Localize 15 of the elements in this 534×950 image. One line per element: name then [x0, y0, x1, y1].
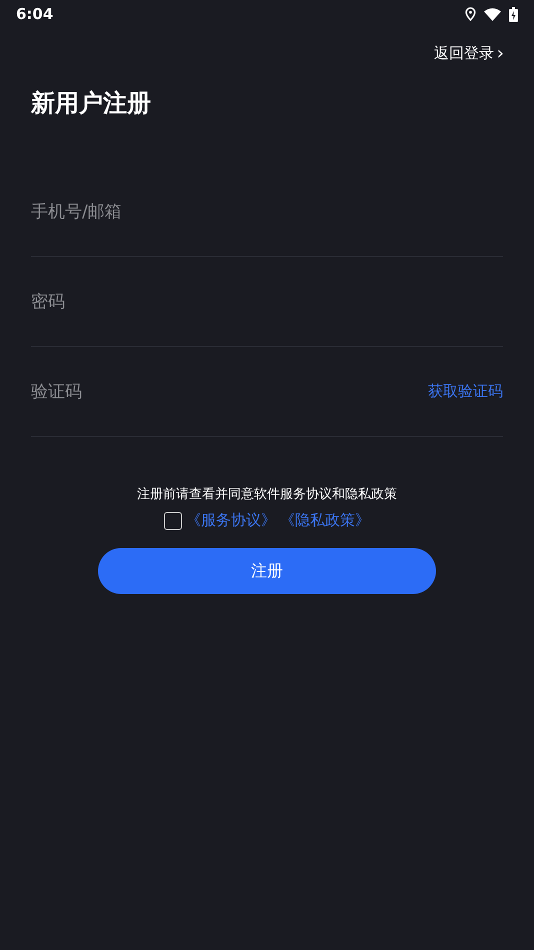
policy-link[interactable]: 《隐私政策》: [280, 511, 370, 530]
input-field[interactable]: 手机号/邮箱: [31, 192, 503, 232]
get-code-button[interactable]: 获取验证码: [428, 382, 503, 401]
status-time: 6:04: [16, 5, 54, 23]
register-button[interactable]: 注册: [98, 548, 436, 594]
input-field[interactable]: 密码: [31, 282, 503, 322]
wifi-icon: [484, 8, 501, 20]
page-title: 新用户注册: [31, 88, 152, 119]
agreement-notice: 注册前请查看并同意软件服务协议和隐私政策: [137, 486, 397, 503]
input-field[interactable]: 验证码: [31, 372, 428, 412]
back-to-login-link[interactable]: 返回登录 ›: [434, 44, 504, 63]
location-icon: [465, 7, 476, 21]
agreement-checkbox[interactable]: [164, 512, 182, 530]
policy-link[interactable]: 《服务协议》: [186, 511, 276, 530]
battery-icon: [509, 6, 518, 22]
